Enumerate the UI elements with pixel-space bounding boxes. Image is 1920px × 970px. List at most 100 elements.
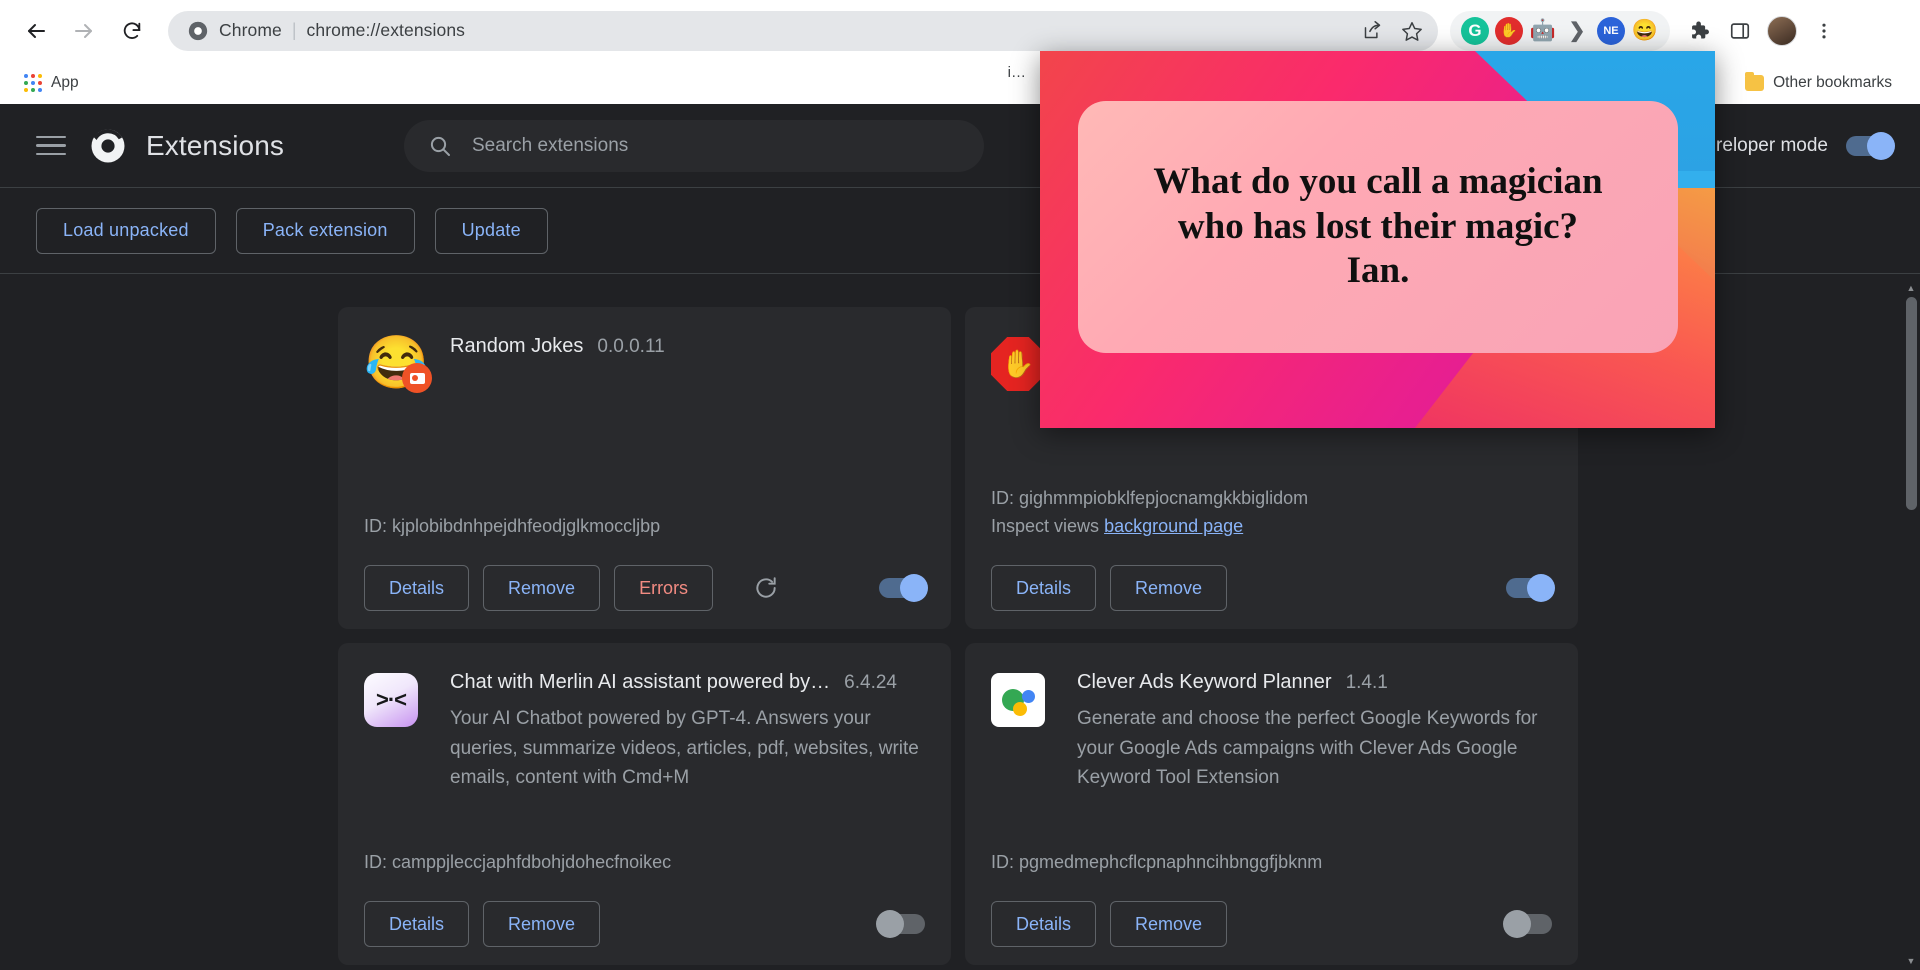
card-meta: ID: pgmedmephcflcpnaphncihbnggfjbknm xyxy=(991,831,1552,877)
extension-version: 6.4.24 xyxy=(844,672,897,693)
side-panel-icon[interactable] xyxy=(1720,11,1760,51)
search-input[interactable] xyxy=(471,134,960,157)
card-header: >·< Chat with Merlin AI assistant powere… xyxy=(364,671,925,793)
extension-card: 😂 Random Jokes 0.0.0.11 ID: kjplobibdnhp… xyxy=(338,307,951,629)
details-button[interactable]: Details xyxy=(991,901,1097,947)
card-title-row: Random Jokes 0.0.0.11 xyxy=(450,335,925,358)
card-header: 😂 Random Jokes 0.0.0.11 xyxy=(364,335,925,393)
card-meta: ID: kjplobibdnhpejdhfeodjglkmoccljbp xyxy=(364,495,925,541)
star-icon[interactable] xyxy=(1394,13,1430,49)
enable-extension-toggle[interactable] xyxy=(1506,574,1555,602)
extension-id: ID: kjplobibdnhpejdhfeodjglkmoccljbp xyxy=(364,516,661,537)
scroll-down-arrow[interactable]: ▼ xyxy=(1902,952,1920,970)
hamburger-menu-icon[interactable] xyxy=(36,135,66,156)
card-body: Random Jokes 0.0.0.11 xyxy=(450,335,925,389)
reload-extension-icon[interactable] xyxy=(749,571,783,605)
load-unpacked-button[interactable]: Load unpacked xyxy=(36,207,216,254)
card-meta: ID: camppjleccjaphfdbohjdohecfnoikec xyxy=(364,831,925,877)
adblock-icon[interactable]: ✋ xyxy=(1495,16,1523,45)
extension-card: Clever Ads Keyword Planner 1.4.1 Generat… xyxy=(965,643,1578,965)
card-title-row: Chat with Merlin AI assistant powered by… xyxy=(450,671,925,694)
card-body: Clever Ads Keyword Planner 1.4.1 Generat… xyxy=(1077,671,1552,793)
details-button[interactable]: Details xyxy=(364,901,470,947)
scroll-up-arrow[interactable]: ▲ xyxy=(1902,279,1920,297)
share-icon[interactable] xyxy=(1354,13,1390,49)
card-actions: Details Remove xyxy=(364,901,925,947)
truncated-text: i… xyxy=(1007,64,1026,81)
remove-button[interactable]: Remove xyxy=(1110,901,1228,947)
grammarly-icon[interactable]: G xyxy=(1461,16,1489,45)
clever-ads-bubbles-icon xyxy=(991,671,1049,793)
card-body: Chat with Merlin AI assistant powered by… xyxy=(450,671,925,793)
enable-extension-toggle[interactable] xyxy=(876,910,925,938)
avatar[interactable] xyxy=(1762,11,1802,51)
omnibox-actions xyxy=(1354,13,1430,49)
extension-id: ID: pgmedmephcflcpnaphncihbnggfjbknm xyxy=(991,852,1323,873)
forward-button[interactable] xyxy=(62,9,106,53)
chrome-menu-icon[interactable] xyxy=(1804,11,1844,51)
navigation-buttons xyxy=(0,9,154,53)
extension-version: 0.0.0.11 xyxy=(597,336,665,357)
back-button[interactable] xyxy=(14,9,58,53)
merlin-face-icon: >·< xyxy=(364,671,422,793)
page-scrollbar[interactable]: ▲ ▼ xyxy=(1902,279,1920,970)
other-bookmarks-entry[interactable]: Other bookmarks xyxy=(1745,71,1904,92)
enable-extension-toggle[interactable] xyxy=(1503,910,1552,938)
remove-button[interactable]: Remove xyxy=(483,565,601,611)
laughing-emoji-icon: 😂 xyxy=(364,335,432,393)
chrome-logo-icon xyxy=(91,128,125,162)
search-extensions-box[interactable] xyxy=(403,119,984,172)
enable-extension-toggle[interactable] xyxy=(879,574,928,602)
ne-extension-icon[interactable]: NE xyxy=(1597,16,1625,45)
remove-button[interactable]: Remove xyxy=(1110,565,1228,611)
extensions-icon-strip: G ✋ 🤖 ❯ NE 😄 xyxy=(1450,10,1670,51)
folder-icon xyxy=(1745,71,1765,91)
random-jokes-popup: What do you call a magician who has lost… xyxy=(1040,51,1715,428)
joke-text: What do you call a magician who has lost… xyxy=(1153,160,1603,292)
puzzle-extensions-icon[interactable] xyxy=(1678,11,1718,51)
inspect-views-row: Inspect views background page xyxy=(991,513,1552,541)
details-button[interactable]: Details xyxy=(991,565,1097,611)
card-actions: Details Remove xyxy=(991,565,1555,611)
scrollbar-thumb[interactable] xyxy=(1906,297,1917,510)
pack-extension-button[interactable]: Pack extension xyxy=(235,207,415,254)
details-button[interactable]: Details xyxy=(364,565,470,611)
remove-button[interactable]: Remove xyxy=(483,901,601,947)
extension-description: Generate and choose the perfect Google K… xyxy=(1077,708,1538,789)
random-jokes-icon[interactable]: 😄 xyxy=(1631,17,1659,45)
search-icon xyxy=(430,136,450,156)
developer-mode-label: reloper mode xyxy=(1716,134,1828,156)
developer-mode-control: reloper mode xyxy=(1716,131,1895,160)
omnibox-url: chrome://extensions xyxy=(306,20,466,40)
errors-button[interactable]: Errors xyxy=(614,565,714,611)
extension-name: Clever Ads Keyword Planner xyxy=(1077,671,1332,693)
chrome-icon xyxy=(188,21,208,40)
background-page-link[interactable]: background page xyxy=(1104,516,1243,536)
page-title: Extensions xyxy=(146,129,284,161)
card-header: Clever Ads Keyword Planner 1.4.1 Generat… xyxy=(991,671,1552,793)
extension-version: 1.4.1 xyxy=(1345,672,1388,693)
card-meta: ID: gighmmpiobklfepjocnamgkkbiglidom Ins… xyxy=(991,467,1552,541)
extension-id: ID: camppjleccjaphfdbohjdohecfnoikec xyxy=(364,852,672,873)
dark-reader-icon[interactable]: ❯ xyxy=(1563,17,1591,45)
omnibox-separator: | xyxy=(291,20,297,40)
card-actions: Details Remove Errors xyxy=(364,565,928,611)
apps-grid-icon xyxy=(24,73,42,92)
developer-mode-toggle[interactable] xyxy=(1846,131,1895,160)
other-bookmarks-label: Other bookmarks xyxy=(1773,73,1892,91)
omnibox-site-label: Chrome xyxy=(219,20,282,40)
joke-card: What do you call a magician who has lost… xyxy=(1078,101,1678,353)
extension-name: Random Jokes xyxy=(450,335,584,357)
card-actions: Details Remove xyxy=(991,901,1552,947)
address-bar[interactable]: Chrome | chrome://extensions xyxy=(168,10,1438,51)
popup-anchor-strip: i… xyxy=(78,51,1040,95)
update-button[interactable]: Update xyxy=(434,207,548,254)
reload-button[interactable] xyxy=(110,9,154,53)
extension-icon-glyph: >·< xyxy=(364,673,418,727)
extension-name: Chat with Merlin AI assistant powered by… xyxy=(450,671,831,693)
extension-icon-glyph: ✋ xyxy=(991,337,1045,391)
extension-description: Your AI Chatbot powered by GPT-4. Answer… xyxy=(450,708,919,789)
extension-id: ID: gighmmpiobklfepjocnamgkkbiglidom xyxy=(991,488,1309,509)
error-badge-icon xyxy=(402,363,432,393)
robot-assistant-icon[interactable]: 🤖 xyxy=(1529,17,1557,45)
